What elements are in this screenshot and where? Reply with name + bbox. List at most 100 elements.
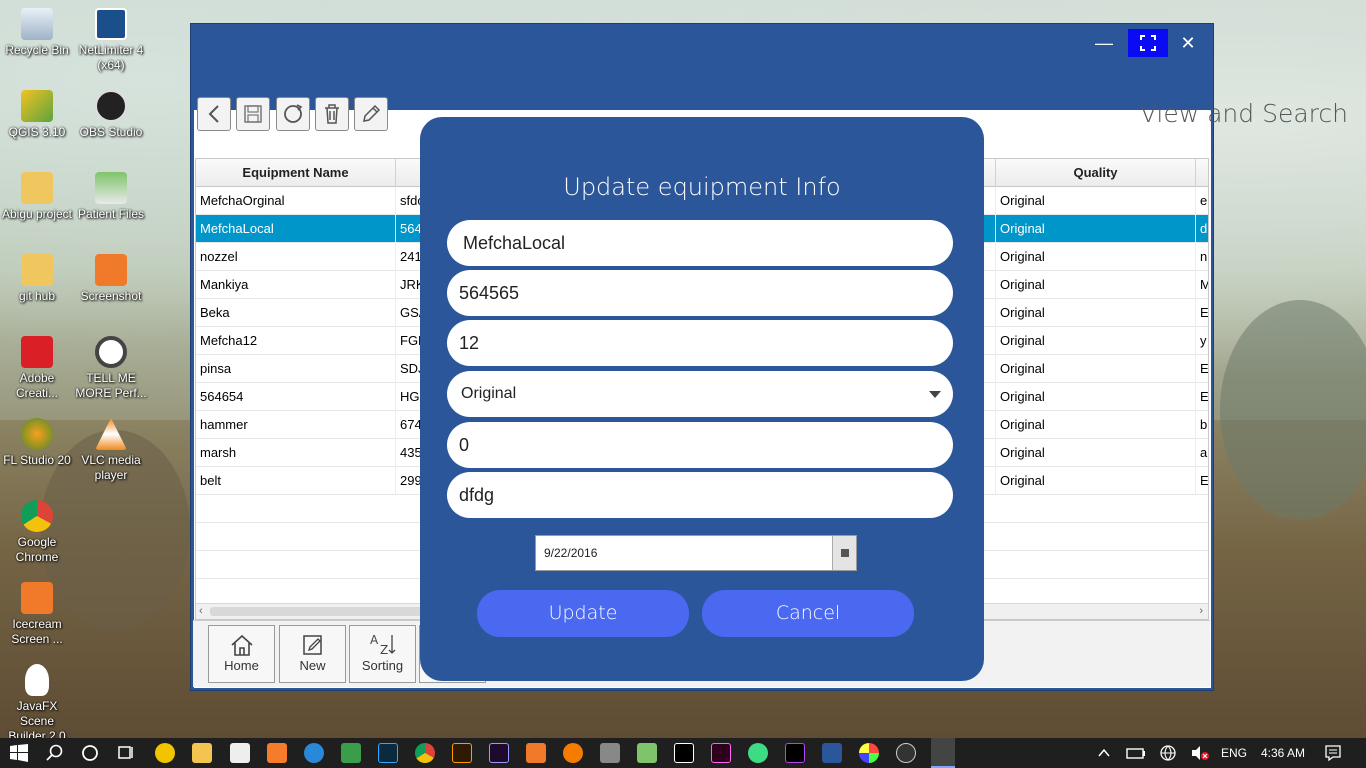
dialog-title: Update equipment Info [563,173,841,201]
equipment-name-field[interactable]: MefchaLocal [447,220,953,266]
scroll-thumb[interactable] [210,607,450,616]
task-view-icon[interactable] [117,744,135,762]
edge-icon[interactable] [304,743,324,763]
desktop-icon-label: TELL ME MORE Perf... [75,371,147,400]
maximize-button[interactable] [1128,29,1168,57]
desktop-icon-vlc[interactable]: VLC media player [74,418,148,483]
cell-quality: Original [996,299,1196,327]
tell-me-more-icon [95,336,127,368]
desktop-icon-label: JavaFX Scene Builder 2.0 [8,699,66,743]
search-icon[interactable] [46,744,64,762]
mail-icon[interactable] [230,743,250,763]
word-icon[interactable] [822,743,842,763]
cell-equipment-name: Mefcha12 [196,327,396,355]
photoshop-icon[interactable] [378,743,398,763]
minimize-button[interactable]: — [1084,29,1124,57]
battery-icon[interactable] [1126,746,1146,760]
trash-icon [325,104,339,124]
search-app-icon[interactable] [563,743,583,763]
desktop-icon-abigu[interactable]: Abigu project [0,172,74,222]
desktop-icon-git-hub[interactable]: git hub [0,254,74,304]
cell-equipment-name: hammer [196,411,396,439]
vlc-icon [95,418,127,450]
patient-files-icon [95,172,127,204]
scroll-right-arrow[interactable]: › [1199,605,1203,617]
new-button[interactable]: New [279,625,346,683]
desktop-icon-netlimiter[interactable]: NetLimiter 4 (x64) [74,8,148,73]
store-icon[interactable] [341,743,361,763]
update-button[interactable]: Update [477,590,689,637]
cancel-button[interactable]: Cancel [702,590,914,637]
desktop-icon-qgis[interactable]: QGIS 3.10 [0,90,74,140]
desktop-icon-screenshot[interactable]: Screenshot [74,254,148,304]
column-header-equipment-name[interactable]: Equipment Name [196,159,396,187]
premiere-icon[interactable] [489,743,509,763]
desktop-icon-fl-studio[interactable]: FL Studio 20 [0,418,74,468]
desktop-icon-label: OBS Studio [79,125,143,139]
number-field[interactable]: 0 [447,422,953,468]
equipment-code-field[interactable]: 564565 [447,270,953,316]
svg-text:A: A [370,633,379,647]
color-app-icon[interactable] [859,743,879,763]
windows-start-icon[interactable] [10,744,28,762]
quantity-field[interactable]: 12 [447,320,953,366]
cell-equipment-name: marsh [196,439,396,467]
cortana-icon[interactable] [81,744,99,762]
java-app-icon[interactable] [931,738,955,768]
cell-extra: E [1196,299,1208,327]
illustrator-icon[interactable] [452,743,472,763]
orange-app-icon[interactable] [526,743,546,763]
clock[interactable]: 4:36 AM [1261,738,1305,768]
desktop-icon-recycle-bin[interactable]: Recycle Bin [0,8,74,58]
scroll-left-arrow[interactable]: ‹ [199,605,203,617]
notifications-icon[interactable] [1324,744,1342,762]
new-label: New [299,658,326,673]
desktop-icon-label: Icecream Screen ... [11,617,63,646]
back-button[interactable] [197,97,231,131]
calendar-button[interactable] [832,536,856,570]
chevron-up-icon[interactable] [1097,746,1111,760]
obs-taskbar-icon[interactable] [896,743,916,763]
phpstorm-icon[interactable] [785,743,805,763]
cell-quality: Original [996,355,1196,383]
xd-icon[interactable] [711,743,731,763]
save-button[interactable] [236,97,270,131]
network-icon[interactable] [1159,744,1177,762]
desktop-icon-label: git hub [18,289,56,303]
file-explorer-icon[interactable] [192,743,212,763]
refresh-button[interactable] [276,97,310,131]
description-field[interactable]: dfdg [447,472,953,518]
sorting-button[interactable]: AZ Sorting [349,625,416,683]
quality-select[interactable]: Original [447,371,953,417]
desktop-icon-icecream[interactable]: Icecream Screen ... [0,582,74,647]
volume-muted-icon[interactable] [1190,745,1210,761]
cell-quality: Original [996,187,1196,215]
database-icon[interactable] [600,743,620,763]
desktop-icon-patient-files[interactable]: Patient Files [74,172,148,222]
desktop-icon-label: Screenshot [80,289,142,303]
home-button[interactable]: Home [208,625,275,683]
edit-button[interactable] [354,97,388,131]
desktop-icon-tell-me-more[interactable]: TELL ME MORE Perf... [74,336,148,401]
cell-quality: Original [996,271,1196,299]
desktop-icon-chrome[interactable]: Google Chrome [0,500,74,565]
desktop-icon-scene-builder[interactable]: JavaFX Scene Builder 2.0 [0,664,74,744]
home-label: Home [224,658,259,673]
desktop-icon-obs[interactable]: OBS Studio [74,90,148,140]
delete-button[interactable] [315,97,349,131]
cell-extra: a [1196,439,1208,467]
chrome-taskbar-icon[interactable] [415,743,435,763]
cell-quality: Original [996,411,1196,439]
column-header-quality[interactable]: Quality [996,159,1196,187]
android-studio-icon[interactable] [748,743,768,763]
qgis-icon [21,90,53,122]
patient-app-icon[interactable] [637,743,657,763]
desktop-icon-adobe[interactable]: Adobe Creati... [0,336,74,401]
app-icon-yellow[interactable] [155,743,175,763]
close-button[interactable]: ✕ [1168,29,1208,57]
date-picker[interactable]: 9/22/2016 [535,535,857,571]
xampp-icon[interactable] [267,743,287,763]
language-indicator[interactable]: ENG [1221,738,1247,768]
wallpaper-smoke [1220,300,1366,520]
intellij-icon[interactable] [674,743,694,763]
